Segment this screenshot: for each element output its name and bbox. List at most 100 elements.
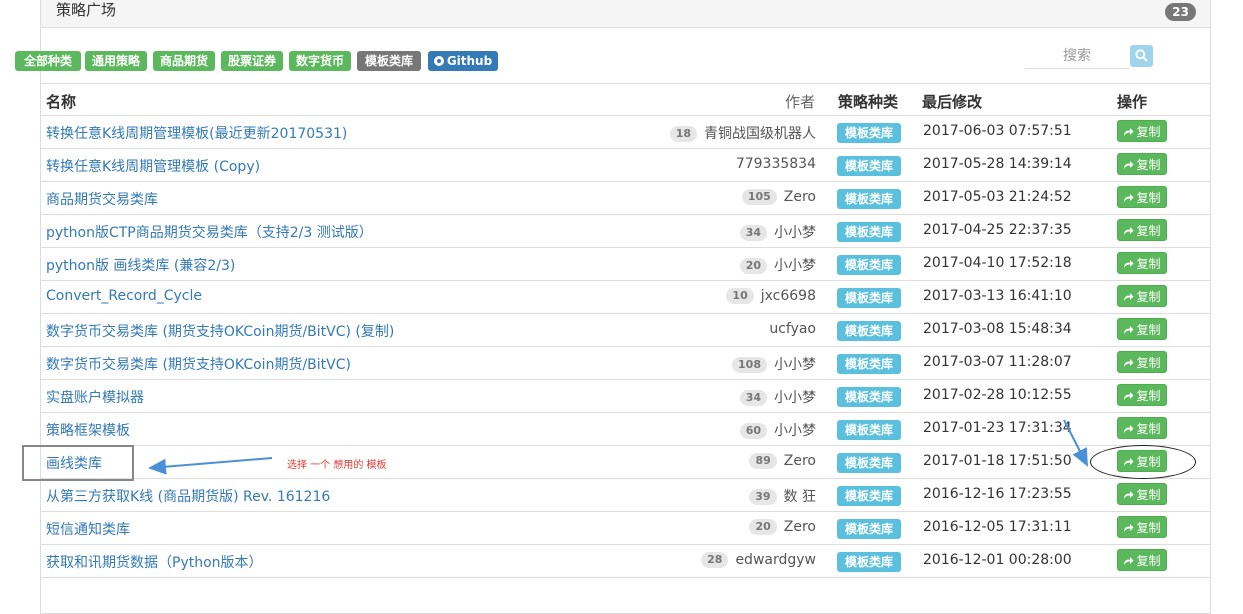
copy-button[interactable]: 复制 bbox=[1117, 252, 1167, 274]
filter-general-button[interactable]: 通用策略 bbox=[85, 51, 147, 71]
author-name: 小小梦 bbox=[774, 258, 816, 274]
author-name: 数 狂 bbox=[783, 489, 816, 505]
strategy-name-link[interactable]: python版 画线类库 (兼容2/3) bbox=[46, 255, 235, 275]
share-arrow-icon bbox=[1124, 161, 1134, 169]
strategy-name-link[interactable]: 商品期货交易类库 bbox=[46, 189, 158, 209]
copy-button-label: 复制 bbox=[1136, 290, 1161, 304]
share-arrow-icon bbox=[1124, 557, 1134, 565]
strategy-type-badge: 模板类库 bbox=[837, 123, 901, 143]
author-name: Zero bbox=[783, 519, 816, 535]
copy-button[interactable]: 复制 bbox=[1117, 318, 1167, 340]
annotation-highlight-box bbox=[22, 445, 134, 481]
share-arrow-icon bbox=[1124, 227, 1134, 235]
strategy-type-badge: 模板类库 bbox=[837, 321, 901, 341]
annotation-note: 选择 一个 想用的 模板 bbox=[287, 460, 387, 471]
copy-button-label: 复制 bbox=[1136, 389, 1161, 403]
strategy-score-badge: 18 bbox=[669, 126, 697, 142]
filter-stocks-button[interactable]: 股票证券 bbox=[221, 51, 283, 71]
strategy-name-link[interactable]: 策略框架模板 bbox=[46, 420, 130, 440]
copy-button-label: 复制 bbox=[1136, 191, 1161, 205]
filter-crypto-button[interactable]: 数字货币 bbox=[289, 51, 351, 71]
search-icon bbox=[1135, 49, 1148, 62]
author-cell: 60 小小梦 bbox=[739, 420, 816, 440]
copy-button[interactable]: 复制 bbox=[1117, 483, 1167, 505]
copy-button-label: 复制 bbox=[1136, 125, 1161, 139]
panel-header: 策略广场 23 bbox=[41, 0, 1210, 28]
filter-all-button[interactable]: 全部种类 bbox=[15, 51, 81, 71]
author-cell: 20 小小梦 bbox=[739, 255, 816, 275]
strategy-score-badge: 34 bbox=[739, 390, 767, 406]
copy-button-label: 复制 bbox=[1136, 224, 1161, 238]
strategy-type-badge: 模板类库 bbox=[837, 453, 901, 473]
strategy-type-badge: 模板类库 bbox=[837, 255, 901, 275]
author-cell: 20 Zero bbox=[749, 519, 816, 535]
strategy-count-badge: 23 bbox=[1165, 3, 1196, 21]
filter-futures-button[interactable]: 商品期货 bbox=[153, 51, 215, 71]
filter-github-button[interactable]: Github bbox=[428, 51, 498, 71]
author-name: Zero bbox=[783, 189, 816, 205]
copy-button[interactable]: 复制 bbox=[1117, 516, 1167, 538]
strategy-type-badge: 模板类库 bbox=[837, 189, 901, 209]
table-row: 数字货币交易类库 (期货支持OKCoin期货/BitVC) 108 小小梦 模板类库 2… bbox=[41, 346, 1210, 379]
strategy-name-link[interactable]: 转换任意K线周期管理模板 (Copy) bbox=[46, 156, 260, 176]
table-row: 策略框架模板 60 小小梦 模板类库 2017-01-23 17:31:34 复制 bbox=[41, 412, 1210, 445]
table-row: 转换任意K线周期管理模板 (Copy) 779335834 模板类库 2017-05-… bbox=[41, 148, 1210, 181]
table-row: 商品期货交易类库 105 Zero 模板类库 2017-05-03 21:24:52 复制 bbox=[41, 181, 1210, 214]
strategy-name-link[interactable]: 实盘账户模拟器 bbox=[46, 387, 144, 407]
strategy-name-link[interactable]: 短信通知类库 bbox=[46, 519, 130, 539]
copy-button[interactable]: 复制 bbox=[1117, 120, 1167, 142]
table-row: 画线类库 89 Zero 模板类库 2017-01-18 17:51:50 复制 bbox=[41, 445, 1210, 478]
row-divider bbox=[41, 577, 1210, 578]
last-modified-time: 2016-12-16 17:23:55 bbox=[923, 486, 1072, 502]
author-cell: 108 小小梦 bbox=[732, 354, 816, 374]
copy-button[interactable]: 复制 bbox=[1117, 549, 1167, 571]
strategy-type-badge: 模板类库 bbox=[837, 288, 901, 308]
share-arrow-icon bbox=[1124, 392, 1134, 400]
copy-button[interactable]: 复制 bbox=[1117, 153, 1167, 175]
author-name: 青铜战国级机器人 bbox=[704, 126, 816, 142]
copy-button-label: 复制 bbox=[1136, 356, 1161, 370]
strategy-name-link[interactable]: 数字货币交易类库 (期货支持OKCoin期货/BitVC) (复制) bbox=[46, 321, 394, 341]
author-cell: ucfyao bbox=[769, 321, 816, 337]
strategy-type-badge: 模板类库 bbox=[837, 486, 901, 506]
last-modified-time: 2017-03-08 15:48:34 bbox=[923, 321, 1072, 337]
strategy-score-badge: 34 bbox=[739, 225, 767, 241]
author-cell: 34 小小梦 bbox=[739, 387, 816, 407]
column-header-author: 作者 bbox=[785, 93, 816, 111]
author-name: 小小梦 bbox=[774, 225, 816, 241]
last-modified-time: 2017-02-28 10:12:55 bbox=[923, 387, 1072, 403]
strategy-name-link[interactable]: Convert_Record_Cycle bbox=[46, 288, 202, 304]
strategy-type-badge: 模板类库 bbox=[837, 222, 901, 242]
strategy-name-link[interactable]: 获取和讯期货数据（Python版本） bbox=[46, 552, 263, 572]
strategy-name-link[interactable]: python版CTP商品期货交易类库（支持2/3 测试版） bbox=[46, 222, 373, 242]
search-button[interactable] bbox=[1130, 45, 1153, 67]
author-cell: 18 青铜战国级机器人 bbox=[669, 123, 816, 143]
author-cell: 779335834 bbox=[736, 156, 816, 172]
share-arrow-icon bbox=[1124, 359, 1134, 367]
last-modified-time: 2017-04-10 17:52:18 bbox=[923, 255, 1072, 271]
strategy-name-link[interactable]: 从第三方获取K线 (商品期货版) Rev. 161216 bbox=[46, 486, 330, 506]
strategy-name-link[interactable]: 转换任意K线周期管理模板(最近更新20170531) bbox=[46, 123, 347, 143]
table-row: python版 画线类库 (兼容2/3) 20 小小梦 模板类库 2017-04-10 … bbox=[41, 247, 1210, 280]
strategy-type-badge: 模板类库 bbox=[837, 552, 901, 572]
filter-template-button[interactable]: 模板类库 bbox=[357, 51, 421, 71]
strategy-score-badge: 20 bbox=[739, 258, 767, 274]
strategy-score-badge: 60 bbox=[739, 423, 767, 439]
copy-button[interactable]: 复制 bbox=[1117, 384, 1167, 406]
copy-button[interactable]: 复制 bbox=[1117, 351, 1167, 373]
author-cell: 34 小小梦 bbox=[739, 222, 816, 242]
table-row: 获取和讯期货数据（Python版本） 28 edwardgyw 模板类库 2016-12… bbox=[41, 544, 1210, 577]
github-icon bbox=[433, 56, 444, 66]
author-cell: 89 Zero bbox=[749, 453, 816, 469]
copy-button[interactable]: 复制 bbox=[1117, 219, 1167, 241]
filter-github-label: Github bbox=[446, 54, 493, 68]
share-arrow-icon bbox=[1124, 128, 1134, 136]
copy-button[interactable]: 复制 bbox=[1117, 186, 1167, 208]
strategy-score-badge: 39 bbox=[749, 489, 777, 505]
last-modified-time: 2016-12-01 00:28:00 bbox=[923, 552, 1072, 568]
copy-button[interactable]: 复制 bbox=[1117, 417, 1167, 439]
copy-button[interactable]: 复制 bbox=[1117, 285, 1167, 307]
strategy-name-link[interactable]: 数字货币交易类库 (期货支持OKCoin期货/BitVC) bbox=[46, 354, 351, 374]
share-arrow-icon bbox=[1124, 425, 1134, 433]
search-input[interactable] bbox=[1025, 44, 1129, 69]
